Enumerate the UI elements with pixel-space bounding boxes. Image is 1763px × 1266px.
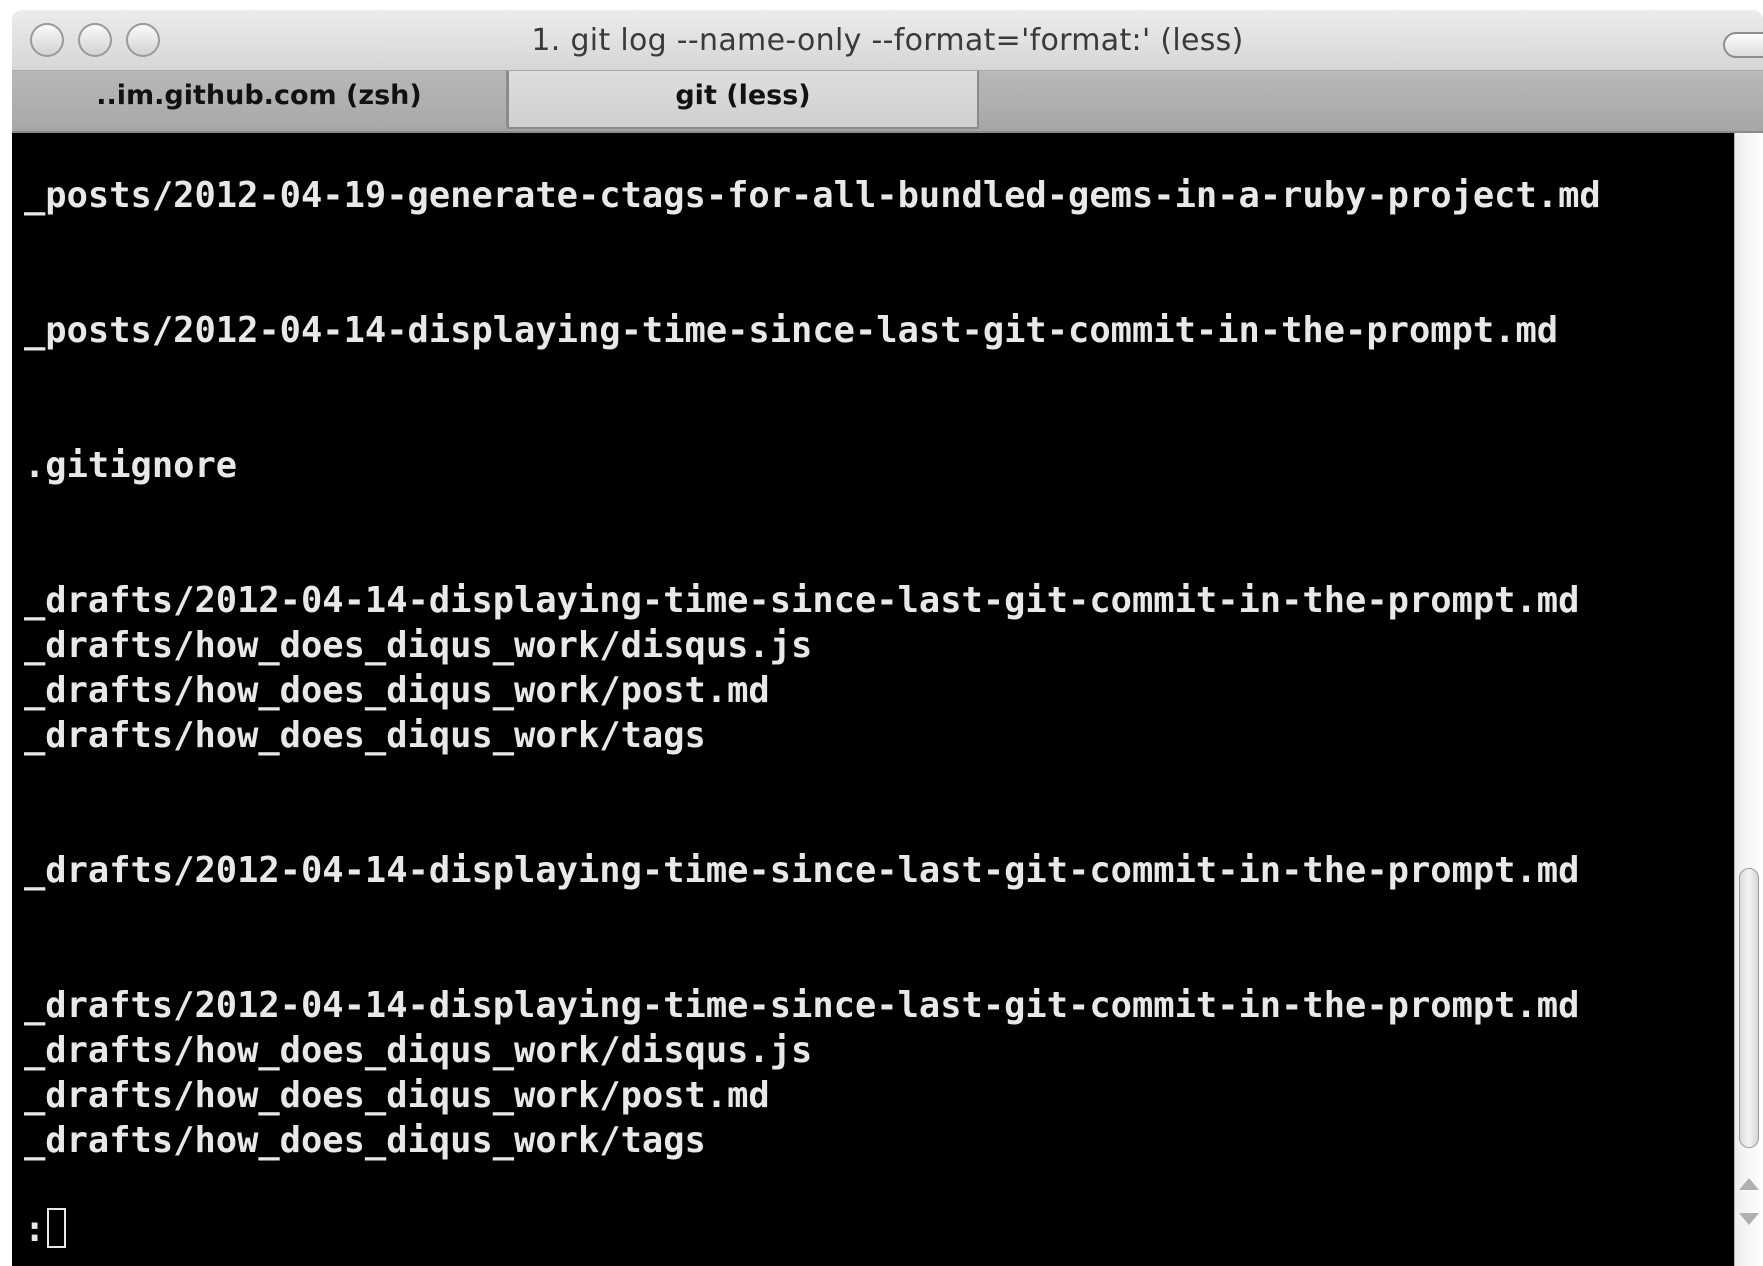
output-line xyxy=(24,938,1601,983)
output-line xyxy=(24,893,1601,938)
output-line: _drafts/2012-04-14-displaying-time-since… xyxy=(24,985,1580,1026)
tab-label: git (less) xyxy=(675,80,811,111)
output-line: .gitignore xyxy=(24,445,238,486)
scroll-up-arrow-icon[interactable] xyxy=(1739,1178,1759,1190)
toolbar-toggle-button[interactable] xyxy=(1723,32,1763,58)
output-line: _drafts/how_does_diqus_work/tags xyxy=(24,1120,706,1161)
tab-label: ..im.github.com (zsh) xyxy=(96,80,422,111)
output-line: _drafts/how_does_diqus_work/post.md xyxy=(24,1075,770,1116)
scroll-down-arrow-icon[interactable] xyxy=(1739,1213,1759,1225)
output-line: _drafts/2012-04-14-displaying-time-since… xyxy=(24,850,1580,891)
window-title: 1. git log --name-only --format='format:… xyxy=(531,23,1244,58)
prompt-colon: : xyxy=(24,1209,46,1250)
text-cursor xyxy=(47,1208,67,1248)
output-line: _drafts/how_does_diqus_work/post.md xyxy=(24,670,770,711)
title-bar[interactable]: 1. git log --name-only --format='format:… xyxy=(12,10,1763,71)
output-line xyxy=(24,803,1601,848)
output-line: _drafts/how_does_diqus_work/tags xyxy=(24,715,706,756)
output-lines: _posts/2012-04-19-generate-ctags-for-all… xyxy=(24,173,1601,1163)
output-line xyxy=(24,263,1601,308)
output-line xyxy=(24,488,1601,533)
terminal-output[interactable]: _posts/2012-04-19-generate-ctags-for-all… xyxy=(12,133,1734,1266)
output-line: _drafts/2012-04-14-displaying-time-since… xyxy=(24,580,1580,621)
output-line xyxy=(24,758,1601,803)
scrollbar-thumb[interactable] xyxy=(1739,868,1759,1148)
vertical-scrollbar[interactable] xyxy=(1734,133,1763,1266)
output-line: _drafts/how_does_diqus_work/disqus.js xyxy=(24,1030,813,1071)
tab-bar: ..im.github.com (zsh) git (less) xyxy=(12,71,1763,133)
output-line xyxy=(24,398,1601,443)
tab-git-less[interactable]: git (less) xyxy=(507,71,979,129)
terminal-window: 1. git log --name-only --format='format:… xyxy=(12,10,1763,1266)
output-line: _posts/2012-04-14-displaying-time-since-… xyxy=(24,310,1559,351)
less-prompt[interactable]: : xyxy=(24,1207,67,1252)
output-line: _posts/2012-04-19-generate-ctags-for-all… xyxy=(24,175,1601,216)
output-line xyxy=(24,533,1601,578)
output-line: _drafts/how_does_diqus_work/disqus.js xyxy=(24,625,813,666)
output-line xyxy=(24,218,1601,263)
output-line xyxy=(24,353,1601,398)
tab-zsh[interactable]: ..im.github.com (zsh) xyxy=(12,71,507,127)
